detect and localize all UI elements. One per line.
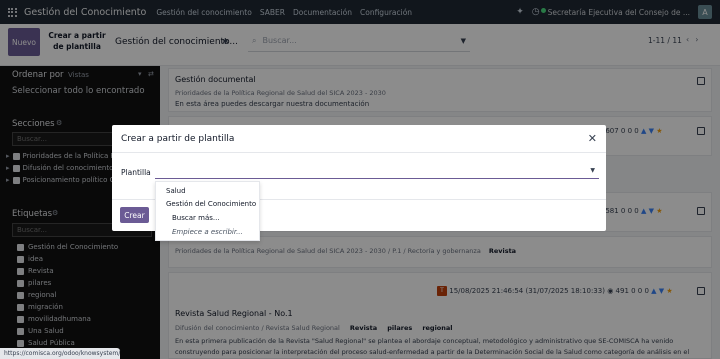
close-icon[interactable]: ✕ — [588, 132, 597, 145]
chevron-down-icon[interactable]: ▼ — [590, 167, 595, 174]
create-button[interactable]: Crear — [120, 207, 149, 223]
status-url: https://comisca.org/odoo/knowsystem/ — [0, 348, 120, 359]
start-typing-hint: Empiece a escribir... — [172, 228, 243, 236]
dialog-header: Crear a partir de plantilla ✕ — [112, 125, 606, 153]
template-dropdown: Salud Gestión del Conocimiento Buscar má… — [155, 181, 260, 241]
dropdown-option[interactable]: Salud — [166, 187, 186, 195]
search-more-option[interactable]: Buscar más... — [172, 214, 220, 222]
dialog-title: Crear a partir de plantilla — [121, 134, 235, 144]
template-select-input[interactable]: ▼ — [155, 163, 599, 179]
template-field-label: Plantilla — [121, 168, 151, 177]
dropdown-option[interactable]: Gestión del Conocimiento — [166, 200, 256, 208]
